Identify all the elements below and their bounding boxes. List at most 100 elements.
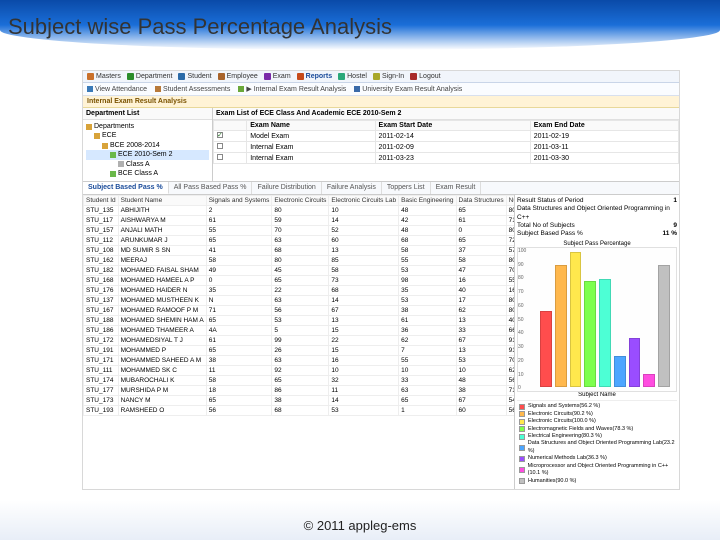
- exam-end: 2011-03-30: [530, 153, 678, 164]
- marks-row[interactable]: STU_167MOHAMED RAMOOF P M71566738628081: [84, 305, 515, 315]
- tree-node[interactable]: ECE 2010-Sem 2: [86, 150, 209, 159]
- marks-row[interactable]: STU_111MOHAMMED SK C11921010106212: [84, 365, 515, 375]
- tree-node[interactable]: Class A: [86, 160, 209, 169]
- mark-cell: 33: [456, 325, 506, 335]
- exam-start: 2011-02-09: [375, 142, 530, 153]
- marks-row[interactable]: STU_193RAMSHEED O566853160560: [84, 405, 515, 415]
- mark-cell: 65: [206, 395, 272, 405]
- mark-cell: 59: [272, 215, 329, 225]
- marks-row[interactable]: STU_188MOHAMED SHEMIN HAM A6553136113405…: [84, 315, 515, 325]
- exam-start: 2011-02-14: [375, 131, 530, 142]
- toolbar-label: Employee: [227, 73, 258, 80]
- exam-row[interactable]: Internal Exam2011-03-232011-03-30: [214, 153, 679, 164]
- marks-row[interactable]: STU_173NANCY M65381465675416: [84, 395, 515, 405]
- marks-row[interactable]: STU_176MOHAMED HAIDER N35226835401671: [84, 285, 515, 295]
- tree-node[interactable]: Departments: [86, 122, 209, 131]
- toolbar-btn-department[interactable]: Department: [127, 73, 173, 80]
- subtoolbar-label: ▶ Internal Exam Result Analysis: [246, 85, 346, 93]
- ytick: 20: [518, 358, 532, 364]
- mark-cell: 65: [399, 395, 456, 405]
- marks-row[interactable]: STU_186MOHAMED THAMEER A4A51536336610: [84, 325, 515, 335]
- student-id: STU_186: [84, 325, 119, 335]
- mark-cell: 63: [272, 295, 329, 305]
- tree-label: ECE: [102, 131, 116, 140]
- toolbar-btn-employee[interactable]: Employee: [218, 73, 258, 80]
- toolbar-btn-masters[interactable]: Masters: [87, 73, 121, 80]
- result-tab[interactable]: Subject Based Pass %: [83, 182, 169, 194]
- legend-swatch: [519, 404, 525, 410]
- exam-start: 2011-03-23: [375, 153, 530, 164]
- mark-cell: 63: [272, 235, 329, 245]
- toolbar-label: Masters: [96, 73, 121, 80]
- legend-label: Electrical Engineering(80.3 %): [528, 433, 602, 440]
- toolbar-btn-student[interactable]: Student: [178, 73, 211, 80]
- marks-row[interactable]: STU_137MOHAMED MUSTHEEN KN631453178058: [84, 295, 515, 305]
- marks-row[interactable]: STU_174MUBAROCHALI K58653233485657: [84, 375, 515, 385]
- summary-row: Total No of Subjects9: [517, 222, 677, 230]
- exam-row[interactable]: Internal Exam2011-02-092011-03-11: [214, 142, 679, 153]
- mark-cell: 67: [456, 335, 506, 345]
- toolbar-btn-reports[interactable]: Reports: [297, 73, 332, 80]
- summary-row: Data Structures and Object Oriented Prog…: [517, 205, 677, 222]
- exam-row[interactable]: Model Exam2011-02-142011-02-19: [214, 131, 679, 142]
- mark-cell: 57: [506, 245, 514, 255]
- exam-checkbox[interactable]: [217, 132, 223, 138]
- mark-cell: 65: [456, 235, 506, 245]
- legend-item: Signals and Systems(56.2 %): [519, 403, 675, 410]
- result-tab[interactable]: Failure Analysis: [322, 182, 382, 194]
- subtoolbar-item[interactable]: ▶ Internal Exam Result Analysis: [238, 85, 346, 93]
- tree-node[interactable]: ECE: [86, 131, 209, 140]
- subtoolbar-item[interactable]: University Exam Result Analysis: [354, 85, 462, 93]
- ytick: 90: [518, 262, 532, 268]
- ytick: 50: [518, 317, 532, 323]
- ytick: 0: [518, 385, 532, 391]
- mark-cell: 5: [272, 325, 329, 335]
- marks-row[interactable]: STU_171MOHAMMED SAHEED A M38631655537071: [84, 355, 515, 365]
- exam-checkbox[interactable]: [217, 143, 223, 149]
- result-tab[interactable]: All Pass Based Pass %: [169, 182, 253, 194]
- marks-table-wrap[interactable]: Student IdStudent NameSignals and System…: [83, 195, 514, 489]
- marks-row[interactable]: STU_172MOHAMEDSIYAL T J6199226267914: [84, 335, 515, 345]
- result-tab[interactable]: Exam Result: [431, 182, 482, 194]
- marks-row[interactable]: STU_157ANJALI MATH5570524808054: [84, 225, 515, 235]
- toolbar-btn-exam[interactable]: Exam: [264, 73, 291, 80]
- result-tab[interactable]: Toppers List: [382, 182, 431, 194]
- marks-row[interactable]: STU_182MOHAMED FAISAL SHAM49455853477071: [84, 265, 515, 275]
- mark-cell: 35: [206, 285, 272, 295]
- student-name: MOHAMMED SAHEED A M: [118, 355, 206, 365]
- mark-cell: 65: [272, 375, 329, 385]
- mark-cell: 53: [399, 295, 456, 305]
- tree-label: Departments: [94, 122, 134, 131]
- chart-xlabel: Subject Name: [517, 392, 677, 398]
- tree-node[interactable]: BCE Class A: [86, 169, 209, 178]
- department-tree-panel: Department List DepartmentsECEBCE 2008-2…: [83, 108, 213, 181]
- exam-checkbox[interactable]: [217, 154, 223, 160]
- toolbar-btn-logout[interactable]: Logout: [410, 73, 440, 80]
- subtoolbar-item[interactable]: View Attendance: [87, 85, 147, 93]
- toolbar-btn-hostel[interactable]: Hostel: [338, 73, 367, 80]
- mark-cell: 37: [456, 245, 506, 255]
- toolbar-btn-sign-in[interactable]: Sign-In: [373, 73, 404, 80]
- marks-row[interactable]: STU_112ARUNKUMAR J65636068657255: [84, 235, 515, 245]
- mark-cell: 61: [399, 315, 456, 325]
- marks-row[interactable]: STU_117AISHWARYA M61591442617157: [84, 215, 515, 225]
- legend-label: Numerical Methods Lab(36.3 %): [528, 455, 607, 462]
- tree-node[interactable]: BCE 2008-2014: [86, 141, 209, 150]
- marks-row[interactable]: STU_135ABHIJITH2801048658061: [84, 205, 515, 215]
- subtoolbar-item[interactable]: Student Assessments: [155, 85, 230, 93]
- marks-row[interactable]: STU_168MOHAMED HAMEEL A P0657398165568: [84, 275, 515, 285]
- department-tree[interactable]: DepartmentsECEBCE 2008-2014ECE 2010-Sem …: [83, 120, 212, 181]
- mark-cell: 22: [272, 285, 329, 295]
- mark-cell: 99: [272, 335, 329, 345]
- marks-row[interactable]: STU_177MURSHIDA P M18861163387155: [84, 385, 515, 395]
- mark-cell: 70: [272, 225, 329, 235]
- student-name: MURSHIDA P M: [118, 385, 206, 395]
- mark-cell: 92: [272, 365, 329, 375]
- mark-cell: 68: [272, 245, 329, 255]
- marks-row[interactable]: STU_108MD SUMIR S SN41681358375751: [84, 245, 515, 255]
- tree-label: ECE 2010-Sem 2: [118, 150, 172, 159]
- result-tab[interactable]: Failure Distribution: [252, 182, 321, 194]
- marks-row[interactable]: STU_191MOHAMMED P652615713911: [84, 345, 515, 355]
- marks-row[interactable]: STU_162MEERAJ58808555588070: [84, 255, 515, 265]
- student-name: ARUNKUMAR J: [118, 235, 206, 245]
